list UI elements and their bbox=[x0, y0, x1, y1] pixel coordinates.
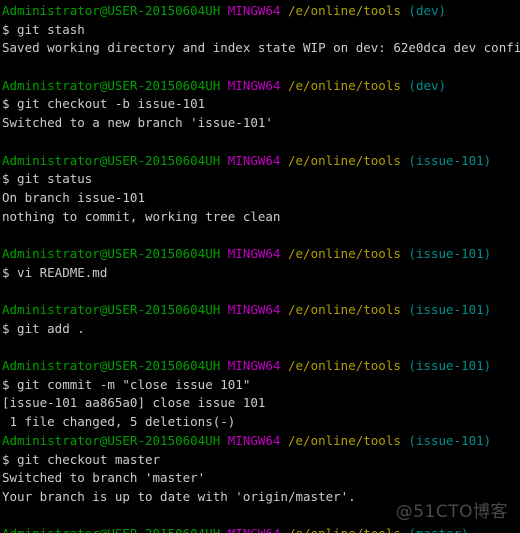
terminal-output-line: 1 file changed, 5 deletions(-) bbox=[2, 413, 520, 432]
output-text: Switched to a new branch 'issue-101' bbox=[2, 115, 273, 131]
prompt-git-branch: (issue-101) bbox=[408, 245, 492, 261]
terminal-command-line: $ git checkout -b issue-101 bbox=[2, 95, 520, 114]
prompt-shell-name: MINGW64 bbox=[227, 358, 281, 374]
terminal-output-line: [issue-101 aa865a0] close issue 101 bbox=[2, 394, 520, 413]
prompt-shell-name: MINGW64 bbox=[227, 3, 281, 18]
command-text: $ git checkout master bbox=[2, 451, 161, 467]
prompt-working-directory: /e/online/tools bbox=[288, 152, 401, 168]
terminal-prompt-line: Administrator@USER-20150604UH MINGW64 /e… bbox=[2, 2, 520, 21]
prompt-user-host: Administrator@USER-20150604UH bbox=[2, 358, 221, 374]
prompt-user-host: Administrator@USER-20150604UH bbox=[2, 3, 221, 18]
prompt-shell-name: MINGW64 bbox=[227, 245, 281, 261]
prompt-working-directory: /e/online/tools bbox=[288, 3, 401, 18]
terminal-output-line: Your branch is up to date with 'origin/m… bbox=[2, 488, 520, 507]
command-text: $ git checkout -b issue-101 bbox=[2, 96, 206, 112]
output-text: nothing to commit, working tree clean bbox=[2, 208, 281, 224]
terminal-output-line: Switched to branch 'master' bbox=[2, 469, 520, 488]
output-text: [issue-101 aa865a0] close issue 101 bbox=[2, 395, 266, 411]
terminal-output-area: Administrator@USER-20150604UH MINGW64 /e… bbox=[2, 2, 520, 533]
prompt-shell-name: MINGW64 bbox=[227, 77, 281, 93]
output-text: Your branch is up to date with 'origin/m… bbox=[2, 488, 356, 504]
prompt-git-branch: (issue-101) bbox=[408, 432, 492, 448]
prompt-shell-name: MINGW64 bbox=[227, 302, 281, 317]
output-text: Switched to branch 'master' bbox=[2, 470, 206, 486]
terminal-command-line: $ vi README.md bbox=[2, 264, 520, 283]
command-text: $ git commit -m "close issue 101" bbox=[2, 376, 251, 392]
command-text: $ vi README.md bbox=[2, 264, 108, 280]
terminal-output-line: Saved working directory and index state … bbox=[2, 39, 520, 58]
prompt-user-host: Administrator@USER-20150604UH bbox=[2, 302, 221, 317]
prompt-git-branch: (issue-101) bbox=[408, 302, 492, 317]
terminal-command-line: $ git commit -m "close issue 101" bbox=[2, 376, 520, 395]
prompt-working-directory: /e/online/tools bbox=[288, 77, 401, 93]
prompt-shell-name: MINGW64 bbox=[228, 526, 281, 533]
prompt-git-branch: (dev) bbox=[408, 77, 447, 93]
output-text: 1 file changed, 5 deletions(-) bbox=[2, 414, 236, 430]
command-text: $ git stash bbox=[2, 21, 85, 37]
terminal-command-line: $ git stash bbox=[2, 21, 520, 40]
prompt-working-directory: /e/online/tools bbox=[288, 432, 401, 448]
prompt-git-branch: (dev) bbox=[408, 3, 447, 18]
output-text: On branch issue-101 bbox=[2, 189, 145, 205]
terminal-prompt-line: Administrator@USER-20150604UH MINGW64 /e… bbox=[2, 152, 520, 171]
prompt-git-branch: (master) bbox=[408, 526, 468, 533]
output-text: Saved working directory and index state … bbox=[2, 40, 520, 56]
terminal-output-line: Switched to a new branch 'issue-101' bbox=[2, 114, 520, 133]
prompt-user-host: Administrator@USER-20150604UH bbox=[2, 526, 220, 533]
terminal-command-line: $ git add . bbox=[2, 320, 520, 339]
prompt-shell-name: MINGW64 bbox=[227, 152, 281, 168]
prompt-git-branch: (issue-101) bbox=[408, 358, 492, 374]
prompt-working-directory: /e/online/tools bbox=[288, 302, 401, 317]
prompt-user-host: Administrator@USER-20150604UH bbox=[2, 432, 221, 448]
prompt-git-branch: (issue-101) bbox=[408, 152, 492, 168]
prompt-working-directory: /e/online/tools bbox=[288, 245, 401, 261]
terminal-prompt-line: Administrator@USER-20150604UH MINGW64 /e… bbox=[2, 245, 520, 264]
terminal-prompt-line: Administrator@USER-20150604UH MINGW64 /e… bbox=[2, 357, 520, 376]
prompt-working-directory: /e/online/tools bbox=[288, 526, 401, 533]
command-text: $ git status bbox=[2, 171, 93, 187]
prompt-user-host: Administrator@USER-20150604UH bbox=[2, 77, 221, 93]
terminal-prompt-line: Administrator@USER-20150604UH MINGW64 /e… bbox=[2, 525, 520, 533]
terminal-prompt-line: Administrator@USER-20150604UH MINGW64 /e… bbox=[2, 432, 520, 451]
prompt-working-directory: /e/online/tools bbox=[288, 358, 401, 374]
terminal-prompt-line: Administrator@USER-20150604UH MINGW64 /e… bbox=[2, 77, 520, 96]
terminal-prompt-line: Administrator@USER-20150604UH MINGW64 /e… bbox=[2, 301, 520, 320]
terminal-command-line: $ git checkout master bbox=[2, 451, 520, 470]
prompt-user-host: Administrator@USER-20150604UH bbox=[2, 152, 221, 168]
terminal-output-line: nothing to commit, working tree clean bbox=[2, 208, 520, 227]
prompt-shell-name: MINGW64 bbox=[227, 432, 281, 448]
terminal-command-line: $ git status bbox=[2, 170, 520, 189]
prompt-user-host: Administrator@USER-20150604UH bbox=[2, 245, 221, 261]
terminal-window[interactable]: Administrator@USER-20150604UH MINGW64 /e… bbox=[0, 0, 520, 533]
command-text: $ git add . bbox=[2, 320, 85, 336]
terminal-output-line: On branch issue-101 bbox=[2, 189, 520, 208]
